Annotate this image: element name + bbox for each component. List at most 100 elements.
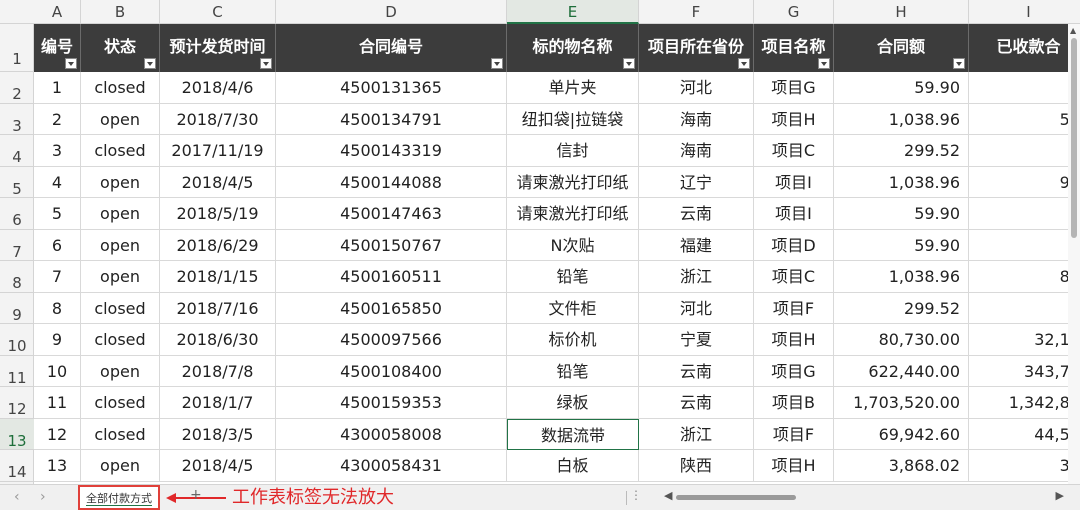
row-header-2[interactable]: 2 [0, 72, 34, 104]
table-cell[interactable]: 2018/1/7 [160, 387, 276, 419]
row-header-7[interactable]: 7 [0, 230, 34, 261]
table-cell[interactable]: 59.90 [834, 229, 969, 261]
table-cell[interactable]: 浙江 [639, 261, 754, 293]
table-cell[interactable]: 13 [34, 450, 81, 482]
table-cell[interactable]: 4 [969, 135, 1080, 167]
table-cell[interactable]: open [81, 198, 160, 230]
table-cell[interactable]: open [81, 450, 160, 482]
table-cell[interactable]: 云南 [639, 198, 754, 230]
table-cell[interactable]: 标价机 [507, 324, 639, 356]
table-cell[interactable]: 1 [34, 72, 81, 104]
table-cell[interactable]: 浙江 [639, 418, 754, 450]
table-cell[interactable]: 34 [969, 450, 1080, 482]
table-header-cell[interactable]: 项目所在省份 [639, 24, 754, 72]
table-cell[interactable]: 项目G [754, 72, 834, 104]
row-header-1[interactable]: 1 [0, 24, 34, 72]
table-cell[interactable]: 4300058431 [276, 450, 507, 482]
table-cell[interactable]: open [81, 355, 160, 387]
vertical-scrollbar[interactable]: ▲ [1068, 24, 1080, 484]
table-cell[interactable]: closed [81, 418, 160, 450]
column-header-e[interactable]: E [507, 0, 639, 24]
row-header-9[interactable]: 9 [0, 293, 34, 324]
table-cell[interactable]: 3 [34, 135, 81, 167]
table-cell[interactable]: 2017/11/19 [160, 135, 276, 167]
table-header-cell[interactable]: 合同编号 [276, 24, 507, 72]
table-cell[interactable]: 4500147463 [276, 198, 507, 230]
table-cell[interactable]: 4 [34, 166, 81, 198]
table-cell[interactable]: 河北 [639, 72, 754, 104]
table-cell[interactable]: N次贴 [507, 229, 639, 261]
filter-dropdown-icon[interactable] [738, 58, 750, 69]
filter-dropdown-icon[interactable] [260, 58, 272, 69]
table-cell[interactable]: 项目F [754, 418, 834, 450]
table-cell[interactable]: 宁夏 [639, 324, 754, 356]
column-header-a[interactable]: A [34, 0, 81, 24]
filter-dropdown-icon[interactable] [144, 58, 156, 69]
table-header-cell[interactable]: 标的物名称 [507, 24, 639, 72]
filter-dropdown-icon[interactable] [491, 58, 503, 69]
column-header-d[interactable]: D [276, 0, 507, 24]
table-cell[interactable]: 4500165850 [276, 292, 507, 324]
table-cell[interactable]: 请柬激光打印纸 [507, 198, 639, 230]
sheet-tab-all-payment[interactable]: 全部付款方式 [78, 485, 160, 510]
table-cell[interactable]: 海南 [639, 103, 754, 135]
selected-cell[interactable]: 数据流带 [507, 418, 639, 450]
table-cell[interactable]: 云南 [639, 355, 754, 387]
table-cell[interactable]: 11 [34, 387, 81, 419]
row-header-5[interactable]: 5 [0, 167, 34, 198]
table-cell[interactable]: 项目G [754, 355, 834, 387]
table-cell[interactable]: 81 [969, 261, 1080, 293]
table-header-cell[interactable]: 编号 [34, 24, 81, 72]
table-cell[interactable]: 69,942.60 [834, 418, 969, 450]
table-cell[interactable]: 海南 [639, 135, 754, 167]
scroll-up-icon[interactable]: ▲ [1070, 26, 1076, 35]
table-cell[interactable]: closed [81, 324, 160, 356]
column-header-b[interactable]: B [81, 0, 160, 24]
row-header-6[interactable]: 6 [0, 198, 34, 230]
spreadsheet-area[interactable]: ABCDEFGHI 1 2 3 4 5 6 7 8 9 10 11 12 13 14 编号 状态 预计发货时间… [0, 0, 1080, 484]
horizontal-scroll-thumb[interactable] [676, 495, 796, 500]
table-cell[interactable]: 2018/1/15 [160, 261, 276, 293]
table-header-cell[interactable]: 项目名称 [754, 24, 834, 72]
row-header-13[interactable]: 13 [0, 418, 34, 450]
table-cell[interactable]: 4500143319 [276, 135, 507, 167]
row-header-8[interactable]: 8 [0, 261, 34, 293]
table-cell[interactable]: 2018/7/16 [160, 292, 276, 324]
table-cell[interactable]: 福建 [639, 229, 754, 261]
table-cell[interactable]: 2018/4/6 [160, 72, 276, 104]
table-cell[interactable]: closed [81, 292, 160, 324]
table-cell[interactable]: closed [81, 72, 160, 104]
table-cell[interactable]: 4500134791 [276, 103, 507, 135]
table-cell[interactable]: 项目C [754, 261, 834, 293]
table-cell[interactable]: closed [81, 387, 160, 419]
table-cell[interactable]: 1,038.96 [834, 166, 969, 198]
table-cell[interactable]: 12 [34, 418, 81, 450]
table-cell[interactable]: 4500159353 [276, 387, 507, 419]
table-header-cell[interactable]: 状态 [81, 24, 160, 72]
table-cell[interactable]: 白板 [507, 450, 639, 482]
table-cell[interactable]: 4 [969, 230, 1080, 261]
table-cell[interactable]: 10 [34, 355, 81, 387]
table-cell[interactable]: 7 [969, 293, 1080, 324]
table-header-cell[interactable]: 已收款合 [969, 24, 1080, 72]
table-cell[interactable]: 1 [969, 198, 1080, 230]
horizontal-scrollbar[interactable]: ◀ ▶ [640, 485, 1080, 510]
column-header-g[interactable]: G [754, 0, 834, 24]
filter-dropdown-icon[interactable] [953, 58, 965, 69]
column-header-h[interactable]: H [834, 0, 969, 24]
table-cell[interactable]: 4500097566 [276, 324, 507, 356]
table-cell[interactable]: 55 [969, 104, 1080, 135]
table-cell[interactable]: 2 [34, 103, 81, 135]
table-header-cell[interactable]: 合同额 [834, 24, 969, 72]
table-cell[interactable]: 项目H [754, 103, 834, 135]
table-cell[interactable]: 4500131365 [276, 72, 507, 104]
filter-dropdown-icon[interactable] [818, 58, 830, 69]
column-header-i[interactable]: I [969, 0, 1080, 24]
table-cell[interactable]: 河北 [639, 292, 754, 324]
table-cell[interactable]: 622,440.00 [834, 355, 969, 387]
filter-dropdown-icon[interactable] [65, 58, 77, 69]
table-cell[interactable]: 2018/7/30 [160, 103, 276, 135]
table-cell[interactable]: 4500160511 [276, 261, 507, 293]
table-cell[interactable]: 项目H [754, 324, 834, 356]
table-cell[interactable]: 项目I [754, 166, 834, 198]
